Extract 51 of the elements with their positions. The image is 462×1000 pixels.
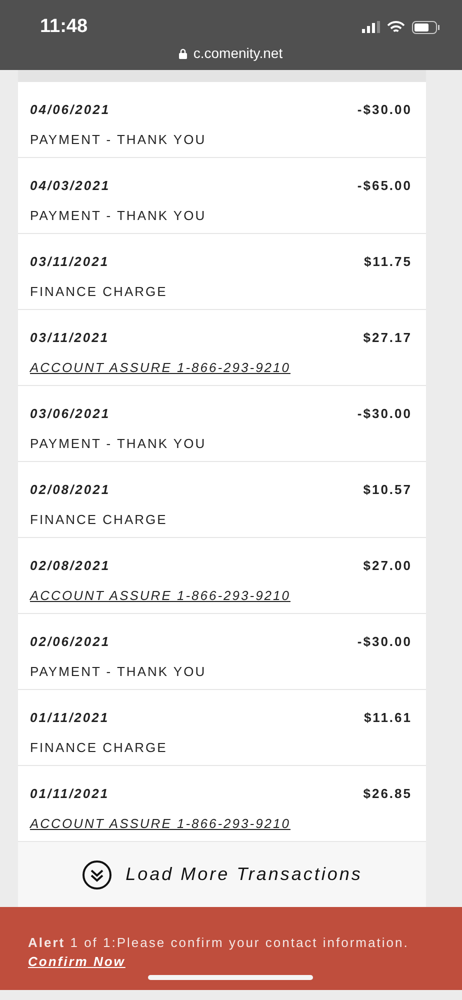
transaction-amount: -$30.00 (357, 406, 412, 423)
confirm-now-link[interactable]: Confirm Now (28, 954, 126, 969)
description-link[interactable]: ACCOUNT ASSURE 1-866-293-9210 (30, 360, 290, 385)
transaction-row[interactable]: 04/03/2021 -$65.00 PAYMENT - THANK YOU (18, 158, 426, 234)
transaction-description: PAYMENT - THANK YOU (30, 208, 206, 224)
signal-icon (362, 21, 380, 33)
clock-time: 11:48 (40, 16, 88, 38)
transaction-description: FINANCE CHARGE (30, 740, 168, 756)
transaction-amount: -$30.00 (357, 634, 412, 651)
transaction-date: 01/11/2021 (30, 710, 110, 727)
transaction-description: PAYMENT - THANK YOU (30, 664, 206, 680)
description-link[interactable]: ACCOUNT ASSURE 1-866-293-9210 (30, 816, 290, 841)
transaction-description: FINANCE CHARGE (30, 284, 168, 300)
load-more-button[interactable]: Load More Transactions (18, 842, 426, 907)
transaction-amount: -$30.00 (357, 102, 412, 119)
lock-icon (179, 48, 188, 58)
transaction-date: 02/08/2021 (30, 558, 112, 575)
home-indicator[interactable] (148, 975, 313, 980)
transaction-date: 04/03/2021 (30, 178, 112, 195)
transaction-description: PAYMENT - THANK YOU (30, 132, 206, 148)
transaction-row[interactable]: 04/06/2021 -$30.00 PAYMENT - THANK YOU (18, 82, 426, 158)
transaction-description: FINANCE CHARGE (30, 512, 168, 528)
battery-icon (412, 20, 440, 34)
transaction-amount: $11.75 (364, 254, 412, 271)
double-chevron-down-icon (82, 860, 112, 890)
transaction-date: 03/06/2021 (30, 406, 112, 423)
transaction-description: PAYMENT - THANK YOU (30, 436, 206, 452)
wifi-icon (387, 20, 405, 34)
transaction-amount: $27.00 (363, 558, 412, 575)
transaction-date: 01/11/2021 (30, 786, 110, 803)
transaction-row[interactable]: 02/08/2021 $10.57 FINANCE CHARGE (18, 462, 426, 538)
transaction-row[interactable]: 02/06/2021 -$30.00 PAYMENT - THANK YOU (18, 614, 426, 690)
transaction-amount: $27.17 (363, 330, 412, 347)
transaction-row[interactable]: 02/08/2021 $27.00 ACCOUNT ASSURE 1-866-293-9210 (18, 538, 426, 614)
transaction-date: 04/06/2021 (30, 102, 112, 119)
transaction-date: 02/08/2021 (30, 482, 112, 499)
transaction-amount: $11.61 (364, 710, 412, 727)
transaction-amount: $10.57 (363, 482, 412, 499)
transaction-row[interactable]: 01/11/2021 $26.85 ACCOUNT ASSURE 1-866-293-9210 (18, 766, 426, 842)
transaction-date: 02/06/2021 (30, 634, 112, 651)
transaction-amount: $26.85 (363, 786, 412, 803)
transaction-row[interactable]: 03/11/2021 $27.17 ACCOUNT ASSURE 1-866-293-9210 (18, 310, 426, 386)
transaction-row[interactable]: 03/06/2021 -$30.00 PAYMENT - THANK YOU (18, 386, 426, 462)
alert-message: Alert 1 of 1:Please confirm your contact information. Confirm Now (28, 934, 410, 971)
transaction-row[interactable]: 03/11/2021 $11.75 FINANCE CHARGE (18, 234, 426, 310)
transaction-row[interactable]: 01/11/2021 $11.61 FINANCE CHARGE (18, 690, 426, 766)
transaction-amount: -$65.00 (357, 178, 412, 195)
description-link[interactable]: ACCOUNT ASSURE 1-866-293-9210 (30, 588, 290, 613)
transaction-date: 03/11/2021 (30, 330, 110, 347)
address-bar[interactable]: c.comenity.net (22, 45, 440, 61)
transaction-date: 03/11/2021 (30, 254, 110, 271)
